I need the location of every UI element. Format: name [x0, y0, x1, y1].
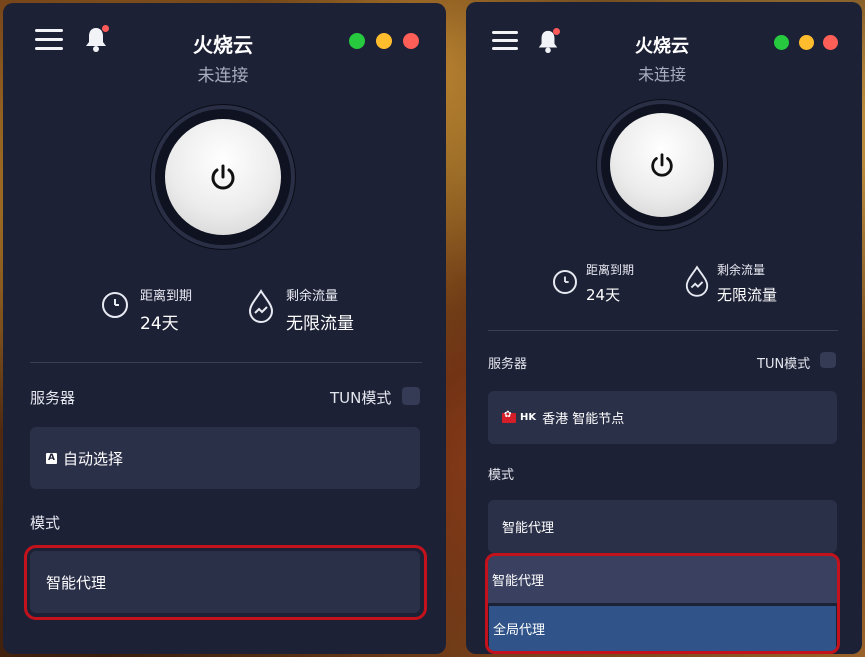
light-red[interactable]: [403, 33, 419, 49]
mode-option-label: 全局代理: [493, 623, 546, 638]
expiry-label: 距离到期: [140, 289, 193, 304]
expiry-label: 距离到期: [586, 263, 635, 277]
mode-select[interactable]: 智能代理: [488, 500, 837, 553]
mode-label: 模式: [488, 468, 515, 483]
menu-icon[interactable]: [492, 31, 518, 51]
server-select[interactable]: A 自动选择: [30, 427, 420, 489]
connection-status: 未连接: [637, 65, 686, 84]
mode-value: 智能代理: [502, 521, 555, 536]
server-value: 香港 智能节点: [542, 412, 625, 427]
menu-icon[interactable]: [35, 29, 63, 51]
tun-checkbox[interactable]: [402, 387, 420, 405]
auto-badge-icon: A: [46, 452, 57, 464]
divider: [30, 362, 422, 363]
connection-status: 未连接: [197, 66, 249, 86]
app-window-left: 火烧云 未连接 距离到期 24天 剩余流量 无限流量 服务器 TUN模式 A 自…: [3, 3, 446, 654]
traffic-label: 剩余流量: [717, 263, 766, 277]
mode-value: 智能代理: [46, 573, 107, 592]
light-green[interactable]: [774, 35, 789, 50]
notification-dot: [102, 25, 109, 32]
mode-option-global[interactable]: 全局代理: [488, 605, 837, 652]
mode-option-smart[interactable]: 智能代理: [488, 556, 837, 603]
light-green[interactable]: [349, 33, 365, 49]
traffic-value: 无限流量: [286, 314, 354, 334]
server-select[interactable]: HK 香港 智能节点: [488, 391, 837, 444]
light-yellow[interactable]: [376, 33, 392, 49]
clock-icon: [102, 292, 128, 318]
divider: [488, 330, 838, 331]
mode-label: 模式: [30, 514, 61, 532]
bell-icon[interactable]: [536, 28, 560, 54]
traffic-label: 剩余流量: [286, 289, 339, 304]
light-red[interactable]: [823, 35, 838, 50]
tun-label: TUN模式: [757, 357, 811, 372]
hk-flag-icon: [502, 410, 516, 423]
app-title: 火烧云: [635, 36, 689, 57]
clock-icon: [553, 270, 577, 294]
server-label: 服务器: [488, 357, 528, 372]
traffic-value: 无限流量: [717, 286, 778, 304]
expiry-value: 24天: [586, 286, 621, 304]
expiry-value: 24天: [140, 314, 179, 334]
drop-icon: [684, 265, 710, 297]
tun-checkbox[interactable]: [820, 352, 836, 368]
notification-dot: [553, 28, 560, 35]
mode-option-label: 智能代理: [492, 574, 545, 589]
power-button[interactable]: [165, 119, 281, 235]
app-window-right: 火烧云 未连接 距离到期 24天 剩余流量 无限流量 服务器 TUN模式 HK …: [466, 2, 862, 654]
tun-label: TUN模式: [330, 389, 392, 407]
mode-select[interactable]: 智能代理: [30, 551, 420, 613]
power-icon: [211, 164, 235, 190]
power-icon: [651, 153, 673, 177]
server-label: 服务器: [30, 389, 76, 407]
server-value: 自动选择: [62, 449, 123, 468]
server-code: HK: [520, 412, 537, 423]
bell-icon[interactable]: [83, 25, 109, 53]
drop-icon: [247, 289, 275, 323]
app-title: 火烧云: [193, 33, 253, 57]
light-yellow[interactable]: [799, 35, 814, 50]
power-button[interactable]: [610, 113, 714, 217]
